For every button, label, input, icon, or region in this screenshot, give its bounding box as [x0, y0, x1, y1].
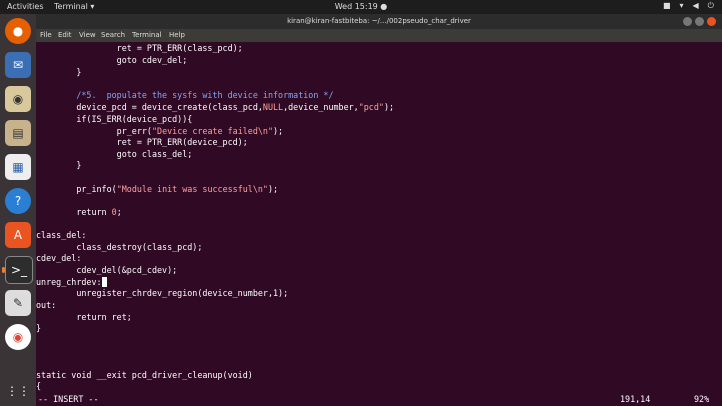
- power-icon[interactable]: ⏻: [708, 1, 714, 11]
- rhythmbox-icon[interactable]: ◉: [5, 86, 31, 112]
- help-icon[interactable]: ?: [5, 188, 31, 214]
- menu-edit[interactable]: Edit: [58, 31, 72, 39]
- vim-status-line: -- INSERT -- 191,14 92%: [36, 394, 722, 406]
- dock: ● ✉ ◉ ▤ ▦ ? A >_ ✎ ◉ ⋮⋮: [0, 14, 36, 406]
- code-line: ret = PTR_ERR(class_pcd);: [36, 43, 243, 53]
- code-line: class_destroy(class_pcd);: [36, 242, 203, 252]
- minimize-button[interactable]: [683, 17, 692, 26]
- menu-view[interactable]: View: [79, 31, 96, 39]
- scroll-percent: 92%: [694, 394, 710, 404]
- code-line: static void __exit pcd_driver_cleanup(vo…: [36, 370, 253, 380]
- thunderbird-icon[interactable]: ✉: [5, 52, 31, 78]
- text-editor-icon[interactable]: ✎: [5, 290, 31, 316]
- code-comment: /*5. populate the sysfs with device info…: [36, 90, 334, 100]
- code-label: class_del:: [36, 230, 87, 240]
- menu-help[interactable]: Help: [169, 31, 185, 39]
- files-icon[interactable]: ▤: [5, 120, 31, 146]
- code-line: unregister_chrdev_region(device_number,1…: [36, 288, 289, 298]
- writer-icon[interactable]: ▦: [5, 154, 31, 180]
- terminal-icon[interactable]: >_: [2, 256, 33, 284]
- maximize-button[interactable]: [695, 17, 704, 26]
- code-label: cdev_del:: [36, 253, 82, 263]
- text-cursor: [101, 277, 107, 287]
- code-line: ret = PTR_ERR(device_pcd);: [36, 137, 248, 147]
- mode-indicator: -- INSERT --: [38, 394, 99, 404]
- volume-icon[interactable]: ◀: [693, 1, 699, 11]
- chrome-icon[interactable]: ◉: [5, 324, 31, 350]
- menu-file[interactable]: File: [40, 31, 52, 39]
- system-tray[interactable]: ■ ▾ ◀ ⏻: [663, 1, 714, 11]
- code-line: pr_info("Module init was successful\n");: [36, 184, 279, 194]
- menu-search[interactable]: Search: [101, 31, 125, 39]
- code-label: out:: [36, 300, 57, 310]
- firefox-icon[interactable]: ●: [5, 18, 31, 44]
- code-line: goto class_del;: [36, 149, 193, 159]
- vim-editor[interactable]: ret = PTR_ERR(class_pcd); goto cdev_del;…: [36, 42, 722, 394]
- code-line: return 0;: [36, 207, 122, 217]
- menu-terminal[interactable]: Terminal: [132, 31, 162, 39]
- code-line: pr_err("Device create failed\n");: [36, 126, 284, 136]
- show-applications-icon[interactable]: ⋮⋮: [5, 378, 31, 404]
- network-icon[interactable]: ▾: [680, 1, 684, 11]
- code-line: }: [36, 67, 82, 77]
- code-line: if(IS_ERR(device_pcd)){: [36, 114, 193, 124]
- top-bar: Activities Terminal ▾ Wed 15:19 ● ■ ▾ ◀ …: [0, 0, 722, 14]
- code-line: {: [36, 381, 42, 391]
- clock[interactable]: Wed 15:19 ●: [0, 2, 722, 11]
- window-title-bar[interactable]: kiran@kiran-fastbiteba: ~/.../002pseudo_…: [36, 14, 722, 29]
- menu-bar: File Edit View Search Terminal Help: [36, 29, 722, 42]
- code-line: }: [36, 160, 82, 170]
- software-center-icon[interactable]: A: [5, 222, 31, 248]
- code-label: unreg_chrdev:: [36, 277, 107, 287]
- window-title: kiran@kiran-fastbiteba: ~/.../002pseudo_…: [287, 17, 471, 25]
- code-line: device_pcd = device_create(class_pcd,NUL…: [36, 102, 395, 112]
- camera-icon[interactable]: ■: [663, 1, 671, 11]
- close-button[interactable]: [707, 17, 716, 26]
- cursor-position: 191,14: [620, 394, 651, 404]
- code-line: }: [36, 323, 42, 333]
- code-line: cdev_del(&pcd_cdev);: [36, 265, 178, 275]
- code-line: return ret;: [36, 312, 132, 322]
- code-line: goto cdev_del;: [36, 55, 188, 65]
